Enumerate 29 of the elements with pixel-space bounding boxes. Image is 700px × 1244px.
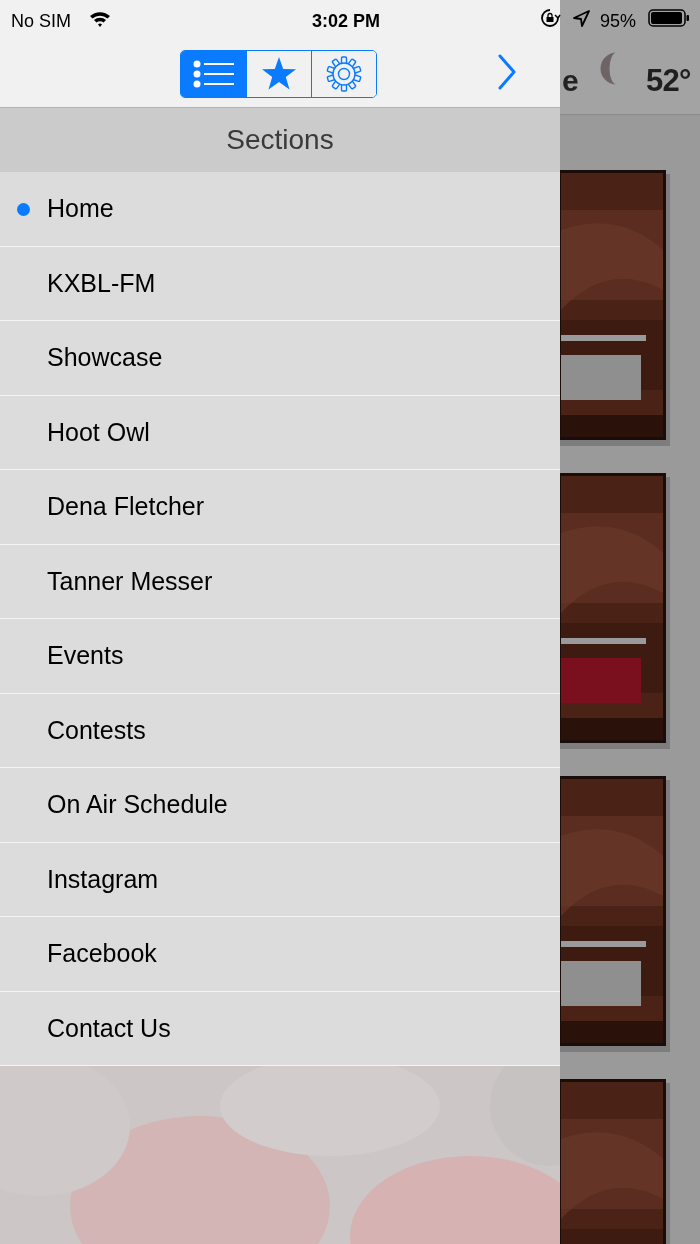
battery-percentage: 95% [600, 10, 637, 33]
clock-time: 3:02 PM [312, 10, 381, 33]
moon-icon [600, 52, 617, 85]
menu-item[interactable]: Dena Fletcher [0, 470, 560, 545]
menu-item[interactable]: On Air Schedule [0, 768, 560, 843]
battery-icon [648, 9, 690, 27]
menu-item[interactable]: Contact Us [0, 991, 560, 1066]
menu-item[interactable]: Tanner Messer [0, 544, 560, 619]
section-title: Sections [226, 123, 334, 157]
menu-item[interactable]: Contests [0, 693, 560, 768]
carrier-label: No SIM [11, 10, 71, 33]
gear-icon [325, 55, 362, 92]
menu-item[interactable]: Events [0, 619, 560, 694]
temperature: 52° [646, 62, 691, 100]
menu-item[interactable]: Showcase [0, 321, 560, 396]
chevron-right-icon [497, 54, 517, 90]
rotation-lock-icon [541, 9, 561, 27]
segment-tab[interactable] [180, 50, 246, 97]
menu-item[interactable]: Hoot Owl [0, 395, 560, 470]
menu-item[interactable]: KXBL-FM [0, 246, 560, 321]
menu-item[interactable]: Home [0, 172, 560, 247]
star-icon [260, 56, 297, 91]
header-title: e [562, 63, 579, 99]
menu-item[interactable]: Facebook [0, 917, 560, 992]
wifi-icon [88, 9, 112, 27]
menu-item[interactable]: Instagram [0, 842, 560, 917]
segment-tab[interactable] [310, 50, 376, 97]
list-icon [192, 58, 234, 89]
location-icon [573, 10, 590, 27]
